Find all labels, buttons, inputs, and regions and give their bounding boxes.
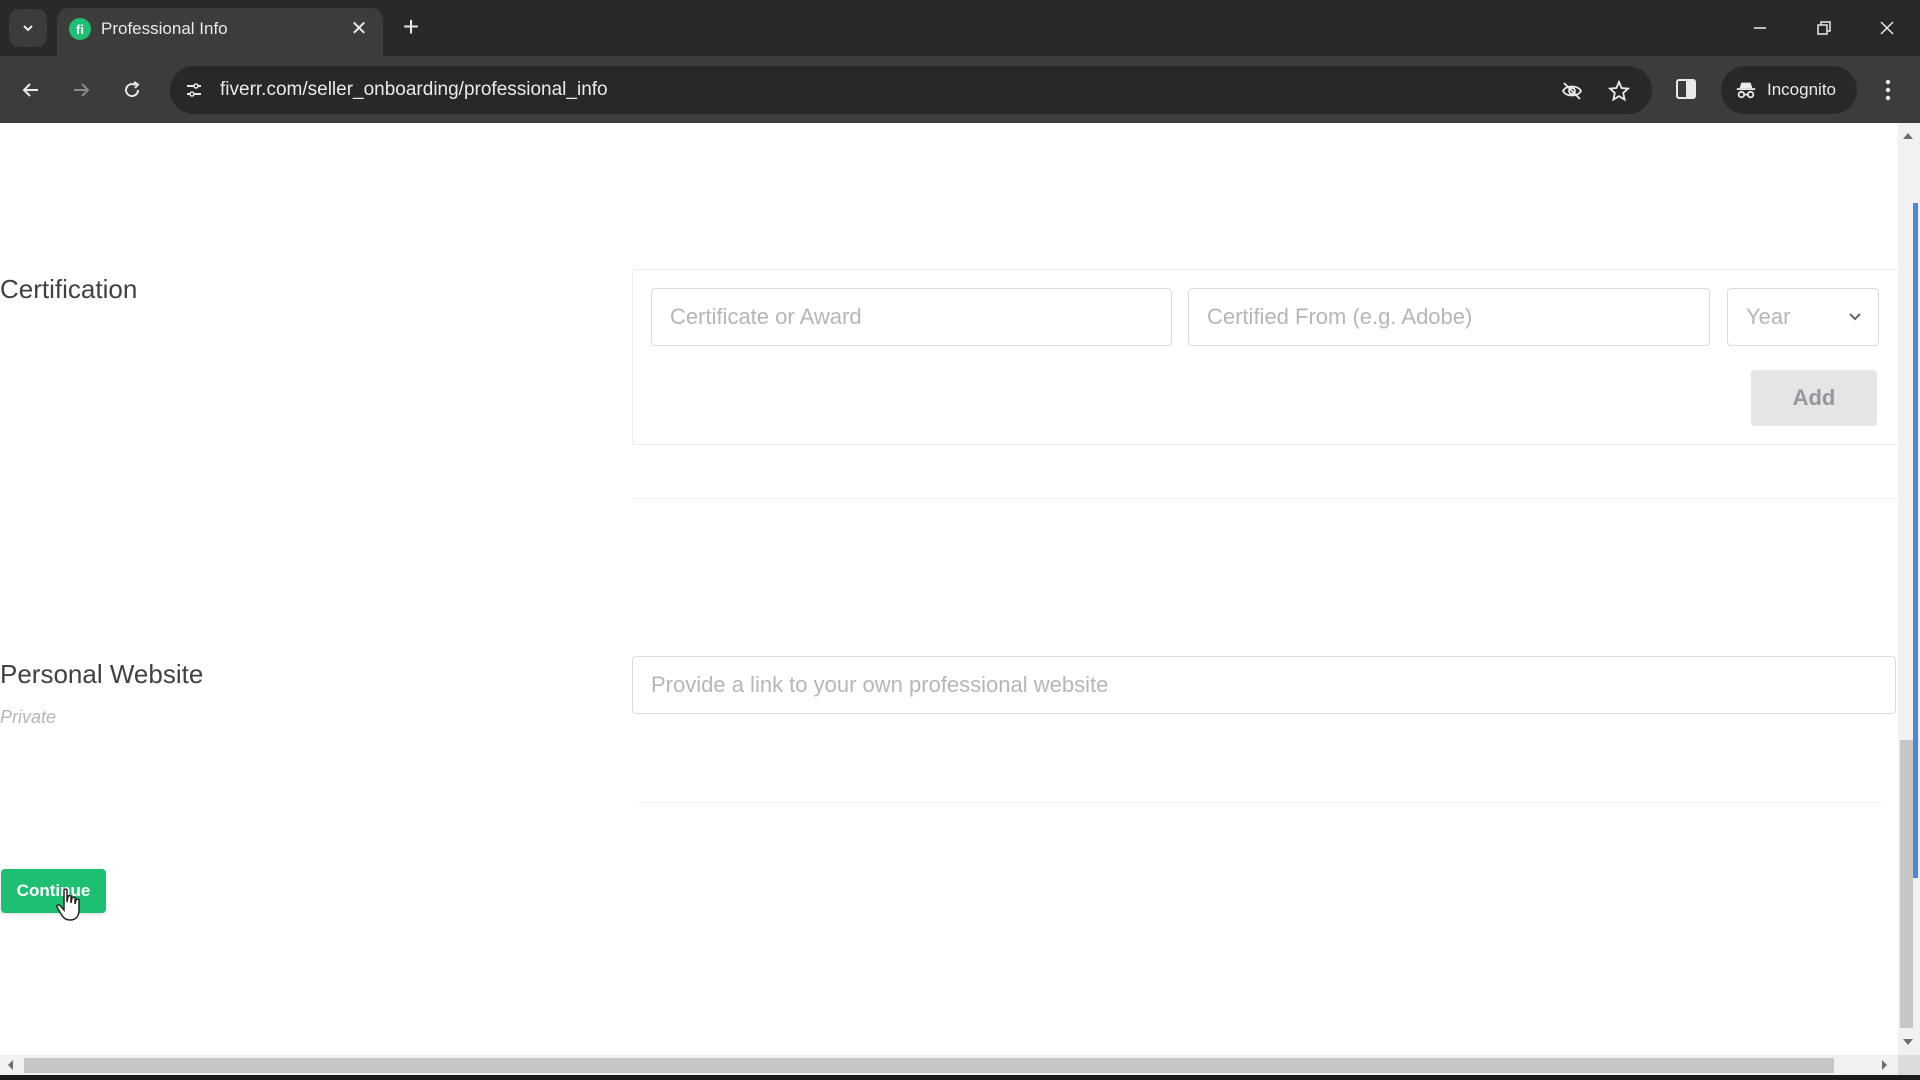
arrow-left-icon	[22, 83, 38, 97]
year-select[interactable]: Year	[1727, 288, 1879, 346]
scrollbar-corner	[1898, 1055, 1920, 1075]
add-certification-button[interactable]: Add	[1751, 370, 1877, 426]
scroll-left-arrow-icon[interactable]	[8, 1060, 13, 1070]
browser-menu-button[interactable]	[1878, 76, 1898, 104]
section-divider	[632, 498, 1898, 499]
incognito-icon	[1736, 82, 1756, 99]
scroll-down-arrow-icon[interactable]	[1903, 1039, 1913, 1045]
fiverr-favicon-icon: fi	[69, 18, 91, 40]
chevron-down-icon	[1849, 313, 1861, 321]
site-info-button[interactable]	[182, 78, 206, 102]
minimize-button[interactable]	[1740, 10, 1780, 46]
arrow-right-icon	[74, 83, 90, 97]
horizontal-scrollbar[interactable]	[0, 1055, 1898, 1075]
vertical-scrollbar[interactable]	[1898, 123, 1920, 1055]
certificate-award-input[interactable]: Certificate or Award	[651, 288, 1172, 346]
chevron-down-icon	[23, 25, 33, 32]
incognito-button[interactable]: Incognito	[1721, 66, 1857, 114]
reload-icon	[125, 81, 140, 98]
tracking-protection-button[interactable]	[1559, 78, 1585, 104]
horizontal-scrollbar-thumb[interactable]	[24, 1058, 1834, 1073]
tune-icon	[187, 83, 201, 97]
address-bar[interactable]: fiverr.com/seller_onboarding/professiona…	[170, 66, 1652, 114]
close-icon	[1880, 21, 1894, 35]
restore-icon	[1817, 21, 1831, 35]
close-icon[interactable]: ✕	[347, 17, 371, 41]
bookmark-button[interactable]	[1606, 78, 1632, 104]
side-panel-button[interactable]	[1674, 77, 1698, 101]
new-tab-button[interactable]: +	[396, 13, 426, 43]
scroll-accent-strip	[1913, 203, 1918, 878]
certified-from-input[interactable]: Certified From (e.g. Adobe)	[1188, 288, 1710, 346]
star-icon	[1608, 80, 1630, 102]
reload-button[interactable]	[115, 73, 149, 107]
personal-website-input[interactable]: Provide a link to your own professional …	[632, 656, 1896, 714]
side-panel-icon	[1676, 79, 1696, 99]
minimize-icon	[1754, 27, 1766, 29]
browser-tab-active[interactable]: fi Professional Info ✕	[57, 8, 383, 56]
incognito-label: Incognito	[1767, 80, 1836, 99]
window-bottom-edge	[0, 1075, 1920, 1080]
more-vertical-icon	[1885, 79, 1891, 101]
browser-titlebar: fi Professional Info ✕ +	[0, 0, 1920, 56]
certification-label: Certification	[0, 274, 138, 304]
tab-search-button[interactable]	[9, 9, 47, 47]
year-select-value: Year	[1746, 304, 1791, 329]
browser-toolbar: fiverr.com/seller_onboarding/professiona…	[0, 56, 1920, 123]
tab-title: Professional Info	[101, 19, 228, 38]
continue-button[interactable]: Continue	[1, 869, 106, 913]
personal-website-label: Personal Website	[0, 659, 204, 689]
vertical-scrollbar-thumb[interactable]	[1900, 740, 1913, 1028]
back-button[interactable]	[14, 73, 48, 107]
private-sublabel: Private	[0, 707, 57, 727]
section-divider	[635, 802, 1885, 803]
eye-off-icon	[1561, 82, 1583, 100]
scroll-right-arrow-icon[interactable]	[1882, 1060, 1887, 1070]
certification-card: Certificate or Award Certified From (e.g…	[632, 269, 1898, 445]
page-content: Certification Certificate or Award Certi…	[0, 123, 1898, 1055]
close-window-button[interactable]	[1867, 10, 1907, 46]
url-text[interactable]: fiverr.com/seller_onboarding/professiona…	[220, 79, 608, 101]
forward-button[interactable]	[64, 73, 98, 107]
scroll-up-arrow-icon[interactable]	[1903, 133, 1913, 139]
restore-button[interactable]	[1804, 10, 1844, 46]
hand-cursor-icon	[56, 888, 80, 921]
